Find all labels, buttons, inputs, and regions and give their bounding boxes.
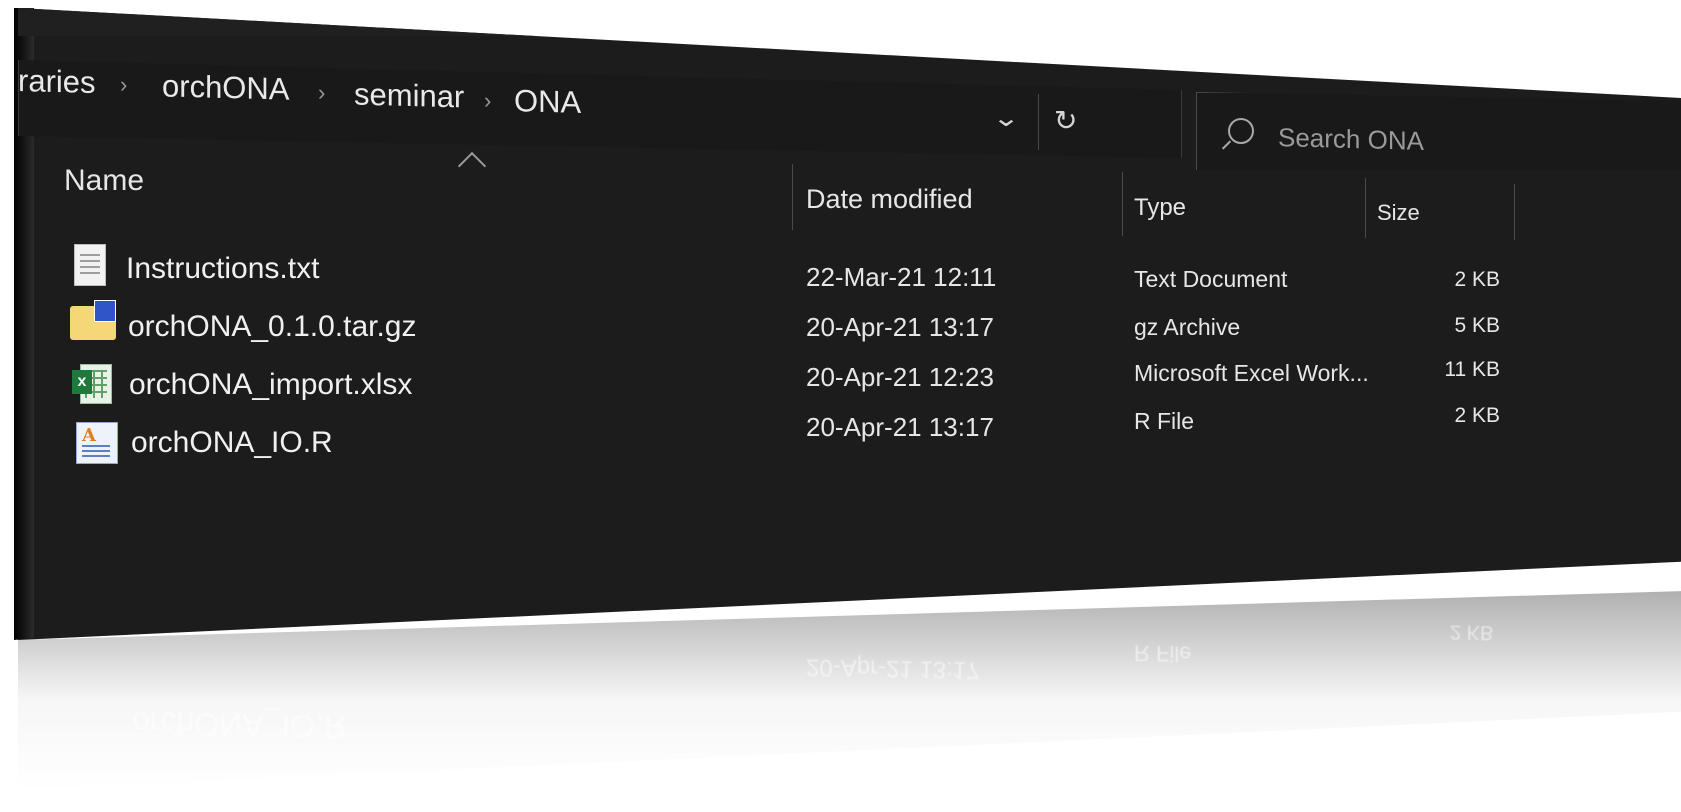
breadcrumb-separator-icon: ›	[120, 72, 128, 97]
breadcrumb-separator-icon: ›	[484, 88, 492, 113]
breadcrumb-item-libraries[interactable]: raries	[18, 63, 96, 101]
title-strip	[18, 8, 1681, 36]
reflection-file-date: 20-Apr-21 13:17	[806, 653, 980, 684]
breadcrumb-separator-icon: ›	[318, 80, 326, 105]
breadcrumb-item-ona[interactable]: ONA	[514, 83, 581, 121]
address-divider	[1038, 94, 1039, 150]
file-name[interactable]: Instructions.txt	[126, 252, 319, 286]
search-input[interactable]: Search ONA	[1278, 122, 1424, 157]
search-icon	[1228, 118, 1254, 144]
file-type: gz Archive	[1134, 314, 1241, 340]
breadcrumb-item-seminar[interactable]: seminar	[354, 77, 464, 116]
column-divider[interactable]	[1365, 178, 1366, 238]
chevron-down-icon[interactable]: ⌄	[992, 104, 1020, 133]
reflection-file-type: R File	[1134, 640, 1192, 667]
r-file-icon	[76, 422, 118, 464]
file-name[interactable]: orchONA_0.1.0.tar.gz	[128, 310, 417, 344]
file-date: 20-Apr-21 13:17	[806, 312, 994, 342]
file-type: Text Document	[1134, 266, 1288, 292]
column-divider[interactable]	[792, 164, 793, 230]
file-type: Microsoft Excel Work...	[1134, 360, 1369, 386]
file-name[interactable]: orchONA_import.xlsx	[129, 368, 412, 402]
column-divider[interactable]	[1514, 184, 1515, 240]
text-file-icon	[74, 244, 106, 286]
file-date: 20-Apr-21 12:23	[806, 362, 994, 392]
search-box[interactable]	[1196, 92, 1681, 170]
file-date: 22-Mar-21 12:11	[806, 262, 997, 292]
file-date: 20-Apr-21 13:17	[806, 412, 994, 442]
column-header-name[interactable]: Name	[64, 164, 144, 198]
column-header-size[interactable]: Size	[1377, 200, 1420, 226]
column-divider[interactable]	[1122, 172, 1123, 236]
screenshot-stage: orchONA_IO.R 20-Apr-21 13:17 R File 2 KB…	[0, 0, 1681, 812]
file-name[interactable]: orchONA_IO.R	[131, 426, 333, 460]
excel-icon: x	[72, 364, 112, 404]
refresh-icon[interactable]: ↻	[1054, 104, 1077, 137]
reflection-file-name: orchONA_IO.R	[132, 705, 348, 745]
archive-icon	[70, 300, 116, 340]
file-size: 11 KB	[1444, 358, 1500, 381]
file-size: 2 KB	[1454, 268, 1500, 291]
excel-badge-icon: x	[72, 370, 92, 394]
file-size: 5 KB	[1454, 314, 1500, 337]
column-header-date[interactable]: Date modified	[806, 184, 973, 215]
file-size: 2 KB	[1454, 404, 1500, 427]
column-header-type[interactable]: Type	[1134, 194, 1186, 222]
breadcrumb-item-orchona[interactable]: orchONA	[162, 68, 289, 107]
file-type: R File	[1134, 408, 1195, 434]
reflection-file-size: 2 KB	[1450, 620, 1494, 644]
